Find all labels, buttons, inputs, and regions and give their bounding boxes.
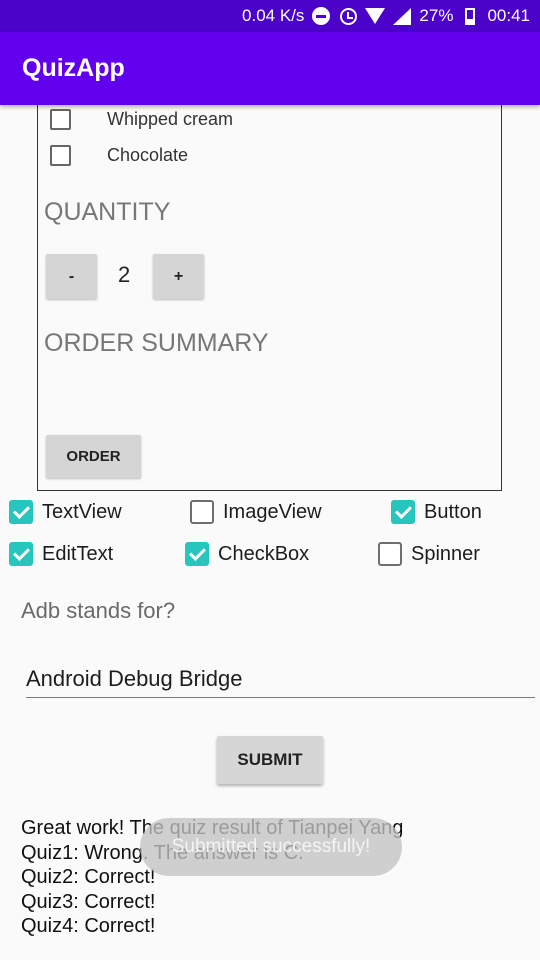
question-text: Adb stands for? — [21, 598, 176, 623]
checkbox-label: Button — [424, 500, 482, 523]
preview-quantity-heading: QUANTITY — [44, 198, 171, 226]
app-bar: QuizApp — [0, 32, 540, 105]
checkbox-label: ImageView — [223, 500, 322, 523]
checkbox-box[interactable] — [9, 542, 33, 566]
checkbox-label: EditText — [42, 542, 114, 565]
preview-topping-row: Whipped cream — [50, 109, 233, 130]
checkbox-button[interactable]: Button — [391, 500, 482, 524]
status-bar: 0.04 K/s 27% 00:41 — [0, 0, 540, 32]
checkbox-label: Spinner — [411, 542, 480, 565]
preview-summary-heading: ORDER SUMMARY — [44, 329, 269, 357]
checkbox-edittext[interactable]: EditText — [9, 542, 113, 566]
checkbox-checkbox[interactable]: CheckBox — [185, 542, 309, 566]
toast-message: Submitted successfully! — [140, 818, 402, 876]
checkbox-box[interactable] — [185, 542, 209, 566]
preview-decrement-button: - — [46, 254, 97, 299]
checkbox-box[interactable] — [378, 542, 402, 566]
preview-topping-label: Chocolate — [107, 145, 189, 165]
checkbox-box[interactable] — [9, 500, 33, 524]
preview-checkbox — [50, 109, 71, 130]
answer-input[interactable] — [26, 660, 535, 698]
checkbox-label: TextView — [42, 500, 122, 523]
battery-icon — [460, 6, 480, 26]
clock: 00:41 — [487, 6, 530, 25]
checkbox-spinner[interactable]: Spinner — [378, 542, 480, 566]
network-speed: 0.04 K/s — [242, 6, 305, 25]
preview-increment-button: + — [153, 254, 204, 299]
preview-checkbox — [50, 145, 71, 166]
battery-percent: 27% — [419, 6, 454, 25]
question-image: Whipped cream Chocolate QUANTITY - 2 + O… — [37, 105, 502, 491]
app-title: QuizApp — [22, 54, 125, 82]
preview-topping-label: Whipped cream — [107, 109, 234, 129]
wifi-icon — [365, 6, 386, 26]
checkbox-label: CheckBox — [218, 542, 310, 565]
preview-quantity-value: 2 — [118, 262, 131, 287]
submit-button[interactable]: SUBMIT — [217, 736, 323, 784]
preview-order-button: ORDER — [46, 435, 141, 478]
alarm-icon — [338, 6, 358, 26]
result-line: Quiz4: Correct! — [21, 915, 156, 937]
checkbox-textview[interactable]: TextView — [9, 500, 122, 524]
checkbox-imageview[interactable]: ImageView — [190, 500, 322, 524]
signal-icon — [392, 6, 412, 26]
checkbox-box[interactable] — [391, 500, 415, 524]
do-not-disturb-icon — [311, 6, 331, 26]
preview-topping-row: Chocolate — [50, 145, 188, 166]
result-line: Quiz3: Correct! — [21, 890, 156, 913]
checkbox-box[interactable] — [190, 500, 214, 524]
